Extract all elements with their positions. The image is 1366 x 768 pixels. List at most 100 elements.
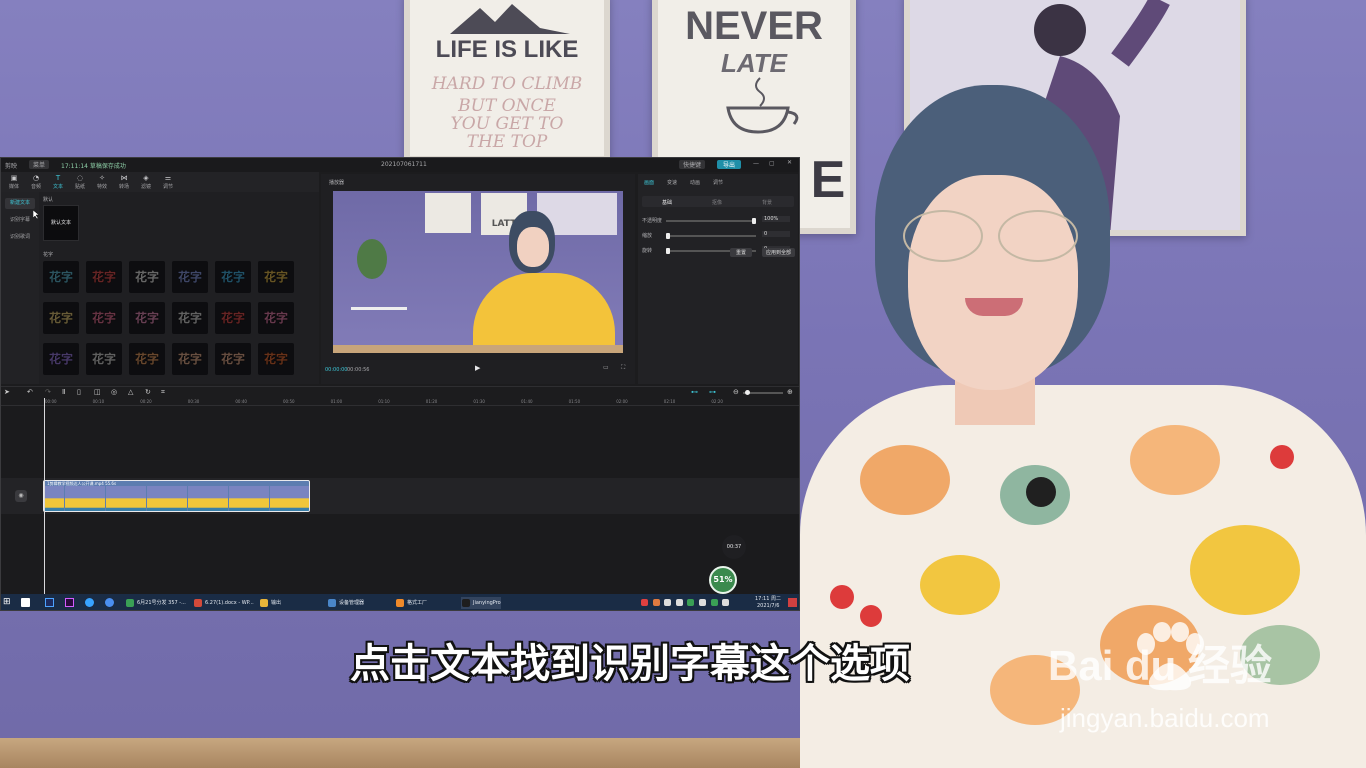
playhead[interactable] (44, 398, 45, 594)
face (908, 175, 1078, 390)
clip-thumbnail (146, 486, 167, 511)
taskbar-app-icon-5[interactable] (105, 598, 114, 607)
zoom-out-icon[interactable]: ⊖ (733, 388, 739, 396)
fancy-text-tile[interactable]: 花字 (129, 261, 165, 293)
taskbar-app-icon-2[interactable] (45, 598, 54, 607)
clip-thumbnail (249, 486, 269, 511)
fancy-text-tile[interactable]: 花字 (258, 261, 294, 293)
fancy-text-tile[interactable]: 花字 (43, 343, 79, 375)
inspector-slider[interactable] (666, 218, 756, 224)
fancy-text-tile[interactable]: 花字 (129, 343, 165, 375)
taskbar-window-item[interactable]: 设备管理器 (327, 597, 364, 609)
sticker-icon: ◌ (76, 174, 84, 182)
tab-media[interactable]: ▣ 媒体 (3, 174, 25, 190)
text-material-panel: 默认 默认文本 花字 花字 花字 花字 花字 花字 花字 花字 花字 花字 花字 花字 花字 花字 花字花… (39, 192, 319, 384)
recording-timer: 00:37 (722, 535, 746, 559)
inspector-subtab[interactable]: 背景 (762, 199, 772, 206)
rotate-icon[interactable]: ↻ (145, 388, 151, 396)
taskbar-window-item[interactable]: 6月21号分发 357 -... (125, 597, 186, 609)
fancy-text-tile[interactable]: 花字 (43, 302, 79, 334)
taskbar-window-item[interactable]: 6.27(1).docx - WP... (193, 597, 254, 609)
fancy-text-tile[interactable]: 花字 (86, 261, 122, 293)
play-icon[interactable]: ▶ (475, 364, 480, 372)
crop-icon[interactable]: ⌗ (161, 388, 165, 397)
fancy-text-tile[interactable]: 花字 (258, 343, 294, 375)
close-icon[interactable]: ✕ (787, 159, 792, 166)
fullscreen-icon[interactable]: ⛶ (621, 364, 625, 372)
inspector-tab[interactable]: 动画 (690, 179, 700, 186)
inspector-subtab[interactable]: 基础 (662, 199, 672, 206)
shortcut-button[interactable]: 快捷键 (679, 160, 706, 169)
player-title: 播放器 (329, 180, 345, 186)
inspector-subtab[interactable]: 抠像 (712, 199, 722, 206)
timeline-toolbar: ➤ ↶ ↷ Ⅱ ▯ ◫ ◎ △ ↻ ⌗ ⊷ ⊶ ⊖ ⊕ (1, 386, 799, 398)
taskbar-window-item[interactable]: 格式工厂 (395, 597, 427, 609)
fancy-text-tile[interactable]: 花字 (86, 343, 122, 375)
taskbar-window-item[interactable]: JianyingPro (461, 597, 501, 609)
menu-button[interactable]: 菜单 (29, 160, 50, 169)
taskbar-app-icon-3[interactable] (65, 598, 74, 607)
split-icon[interactable]: Ⅱ (62, 388, 65, 396)
aspect-ratio-icon[interactable]: ▭ (603, 364, 609, 371)
sidebar-item-new-text[interactable]: 新建文本 (5, 198, 35, 209)
zoom-in-icon[interactable]: ⊕ (787, 388, 793, 396)
inspector-prop-value[interactable]: 0 (762, 231, 790, 237)
link-icon[interactable]: ⊷ (691, 388, 698, 396)
fancy-text-tile[interactable]: 花字 (172, 343, 208, 375)
fancy-text-tile[interactable]: 花字 (215, 302, 251, 334)
fancy-text-tile[interactable]: 花字 (215, 261, 251, 293)
notification-icon[interactable] (788, 598, 797, 607)
tab-sticker[interactable]: ◌ 贴纸 (69, 174, 91, 190)
ruler-tick: 01:00 (330, 399, 343, 404)
taskbar-app-icon-1[interactable] (21, 598, 30, 607)
tab-audio[interactable]: ◔ 音频 (25, 174, 47, 190)
inspector-tab[interactable]: 画面 (644, 179, 654, 186)
track-settings-icon[interactable]: ◉ (15, 490, 27, 502)
default-text-tile[interactable]: 默认文本 (43, 205, 79, 241)
fancy-text-tile[interactable]: 花字 (172, 261, 208, 293)
fancy-text-tile[interactable]: 花字 (215, 343, 251, 375)
clip-thumbnail (105, 486, 126, 511)
taskbar-window-label: 6.27(1).docx - WP... (205, 600, 254, 606)
fancy-text-tile[interactable]: 花字 (258, 302, 294, 334)
tab-adjust[interactable]: ⚌ 调节 (157, 174, 179, 190)
taskbar-app-icon-4[interactable] (85, 598, 94, 607)
tab-filter[interactable]: ◈ 滤镜 (135, 174, 157, 190)
taskbar-window-item[interactable]: 输出 (259, 597, 281, 609)
inspector-tab[interactable]: 变速 (667, 179, 677, 186)
sidebar-item-recognize-lyrics[interactable]: 识别歌词 (5, 232, 35, 243)
reset-button[interactable]: 重置 (730, 248, 753, 257)
fancy-text-tile[interactable]: 花字 (129, 302, 165, 334)
select-tool-icon[interactable]: ➤ (4, 388, 10, 396)
baidu-jingyan-logo: Bai du 经验 (1048, 642, 1273, 689)
zoom-slider[interactable] (743, 390, 783, 395)
inspector-tab[interactable]: 调节 (713, 179, 723, 186)
tab-transition[interactable]: ⋈ 转场 (113, 174, 135, 190)
delete-icon[interactable]: ▯ (77, 388, 81, 396)
app-logo: 剪映 (5, 163, 18, 170)
snap-icon[interactable]: ⊶ (709, 388, 716, 396)
tab-effects[interactable]: ✧ 特效 (91, 174, 113, 190)
taskbar-window-label: JianyingPro (473, 600, 501, 606)
export-button[interactable]: 导出 (717, 160, 742, 169)
minimize-icon[interactable]: — (753, 160, 759, 167)
mirror-icon[interactable]: △ (128, 388, 133, 396)
clip-label: 1剪辑教学视频达人公开课.mp4 55.6s (47, 481, 117, 486)
inspector-panel: 画面变速动画调节 基础抠像背景 不透明度100%缩放0旋转0 重置 应用到全部 (638, 174, 798, 384)
freeze-icon[interactable]: ◫ (94, 388, 101, 396)
undo-icon[interactable]: ↶ (27, 388, 33, 396)
fancy-text-tile[interactable]: 花字 (86, 302, 122, 334)
clip-thumbnail (208, 486, 228, 511)
fancy-text-tile[interactable]: 花字 (43, 261, 79, 293)
redo-icon[interactable]: ↷ (45, 388, 51, 396)
inspector-prop-value[interactable]: 100% (762, 216, 790, 222)
apply-all-button[interactable]: 应用到全部 (762, 248, 796, 257)
inspector-slider[interactable] (666, 233, 756, 239)
maximize-icon[interactable]: ▢ (769, 160, 775, 167)
reverse-icon[interactable]: ◎ (111, 388, 117, 396)
tab-text[interactable]: T 文本 (47, 174, 69, 190)
fancy-text-tile[interactable]: 花字 (172, 302, 208, 334)
video-clip[interactable]: 1剪辑教学视频达人公开课.mp4 55.6s (43, 480, 310, 512)
sidebar-item-recognize-subtitles[interactable]: 识别字幕 (5, 215, 35, 226)
windows-start-icon[interactable]: ⊞ (3, 597, 11, 607)
